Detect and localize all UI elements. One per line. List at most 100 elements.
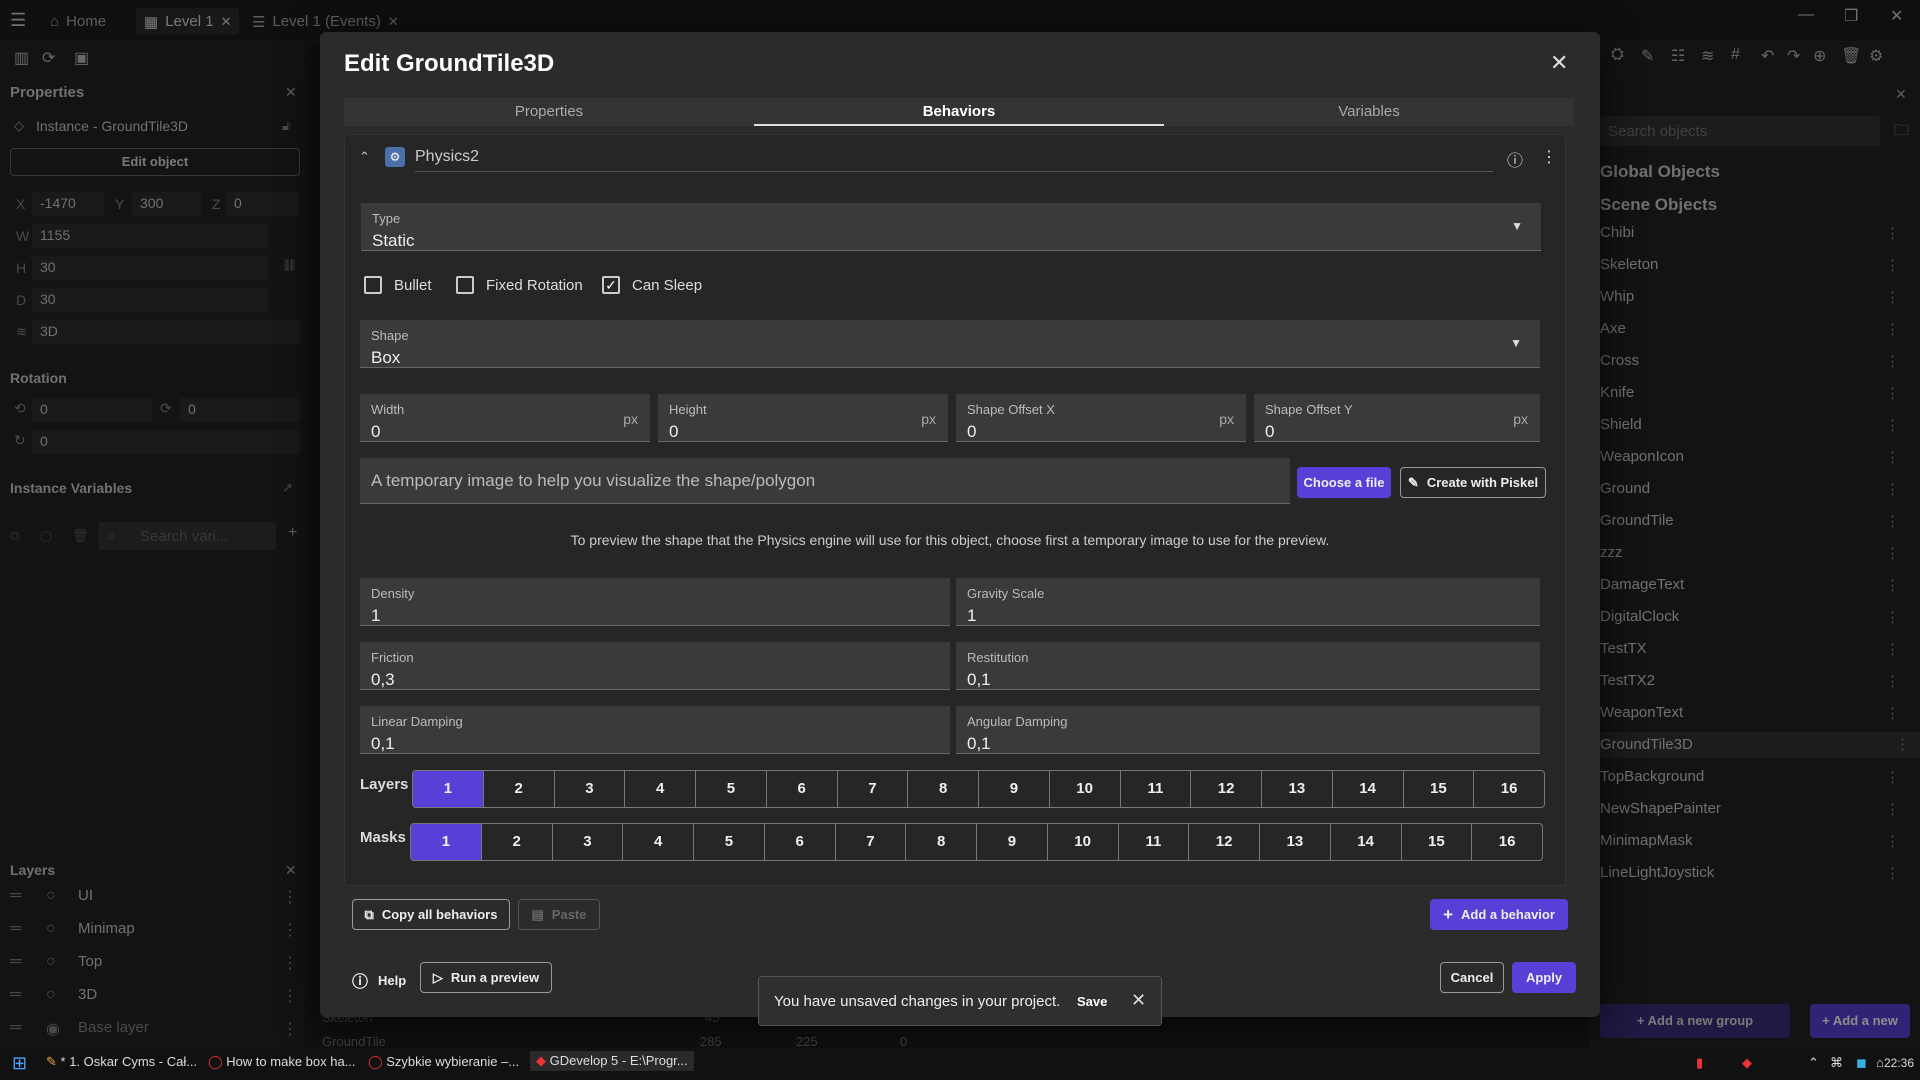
friction-input[interactable]: Friction 0,3 — [360, 642, 950, 690]
mask-toggle-2[interactable]: 2 — [482, 824, 553, 860]
choose-file-button[interactable]: Choose a file — [1297, 467, 1391, 498]
apply-label: Apply — [1525, 970, 1563, 985]
height-input[interactable]: Height 0 px — [658, 394, 948, 442]
mask-toggle-9[interactable]: 9 — [977, 824, 1048, 860]
mask-toggle-1[interactable]: 1 — [411, 824, 482, 860]
taskbar-item-active[interactable]: ◆ GDevelop 5 - E:\Progr... — [530, 1051, 694, 1071]
tab-behaviors[interactable]: Behaviors — [754, 98, 1164, 126]
bullet-checkbox[interactable]: Bullet — [364, 276, 432, 294]
paste-behaviors-button[interactable]: ▤ Paste — [518, 899, 600, 930]
preview-hint-text: To preview the shape that the Physics en… — [570, 532, 1330, 548]
layer-toggle-8[interactable]: 8 — [908, 771, 979, 807]
tab-variables[interactable]: Variables — [1164, 98, 1574, 126]
mask-toggle-8[interactable]: 8 — [906, 824, 977, 860]
gravity-scale-input[interactable]: Gravity Scale 1 — [956, 578, 1540, 626]
type-select[interactable]: Type Static ▼ — [361, 203, 1541, 251]
width-input[interactable]: Width 0 px — [360, 394, 650, 442]
copy-all-behaviors-label: Copy all behaviors — [381, 907, 498, 922]
clipboard-icon: ▤ — [531, 906, 544, 922]
layer-toggle-11[interactable]: 11 — [1121, 771, 1192, 807]
shape-offset-y-input[interactable]: Shape Offset Y 0 px — [1254, 394, 1540, 442]
mask-toggle-5[interactable]: 5 — [694, 824, 765, 860]
taskbar-item[interactable]: ◯ How to make box ha... — [208, 1054, 356, 1070]
taskbar-item[interactable]: ✎ * 1. Oskar Cyms - Cał... — [46, 1054, 197, 1070]
layer-toggle-2[interactable]: 2 — [484, 771, 555, 807]
height-label: Height — [669, 402, 707, 417]
density-value: 1 — [371, 606, 381, 625]
mask-toggle-14[interactable]: 14 — [1331, 824, 1402, 860]
mask-toggle-10[interactable]: 10 — [1048, 824, 1119, 860]
behavior-name[interactable]: Physics2 — [415, 148, 479, 166]
app-icon: ✎ — [46, 1054, 57, 1069]
apply-button[interactable]: Apply — [1512, 962, 1576, 993]
layer-toggle-9[interactable]: 9 — [979, 771, 1050, 807]
fixed-rotation-checkbox[interactable]: Fixed Rotation — [456, 276, 583, 294]
mask-toggle-4[interactable]: 4 — [623, 824, 694, 860]
close-dialog-icon[interactable]: ✕ — [1550, 50, 1568, 76]
layer-toggle-16[interactable]: 16 — [1474, 771, 1544, 807]
layer-toggle-1[interactable]: 1 — [413, 771, 484, 807]
mask-toggle-11[interactable]: 11 — [1119, 824, 1190, 860]
density-input[interactable]: Density 1 — [360, 578, 950, 626]
tab-properties[interactable]: Properties — [344, 98, 754, 126]
add-behavior-button[interactable]: + Add a behavior — [1430, 899, 1568, 930]
angular-damping-input[interactable]: Angular Damping 0,1 — [956, 706, 1540, 754]
cancel-label: Cancel — [1450, 970, 1494, 985]
layer-toggle-13[interactable]: 13 — [1262, 771, 1333, 807]
mask-toggle-6[interactable]: 6 — [765, 824, 836, 860]
copy-all-behaviors-button[interactable]: ⧉ Copy all behaviors — [352, 899, 510, 930]
mask-toggle-13[interactable]: 13 — [1260, 824, 1331, 860]
angular-damping-value: 0,1 — [967, 734, 991, 753]
layer-toggle-14[interactable]: 14 — [1333, 771, 1404, 807]
taskbar-item[interactable]: ◯ Szybkie wybieranie –... — [368, 1054, 519, 1070]
layer-toggle-10[interactable]: 10 — [1050, 771, 1121, 807]
mask-toggle-12[interactable]: 12 — [1189, 824, 1260, 860]
clock-time[interactable]: 22:36 — [1884, 1056, 1914, 1070]
restitution-input[interactable]: Restitution 0,1 — [956, 642, 1540, 690]
mask-toggle-16[interactable]: 16 — [1472, 824, 1542, 860]
preview-image-input[interactable]: A temporary image to help you visualize … — [360, 458, 1290, 504]
mask-toggle-3[interactable]: 3 — [553, 824, 624, 860]
unsaved-changes-toast: You have unsaved changes in your project… — [758, 976, 1162, 1026]
tray-app-icon[interactable]: ◼ — [1856, 1055, 1867, 1071]
chevron-up-icon[interactable]: ⌃ — [359, 149, 370, 165]
layer-toggle-7[interactable]: 7 — [838, 771, 909, 807]
layer-toggle-15[interactable]: 15 — [1404, 771, 1475, 807]
windows-start-icon[interactable]: ⊞ — [12, 1053, 27, 1074]
layer-toggle-5[interactable]: 5 — [696, 771, 767, 807]
help-icon[interactable]: ⓘ — [1507, 147, 1523, 171]
layer-toggle-6[interactable]: 6 — [767, 771, 838, 807]
layer-toggle-4[interactable]: 4 — [625, 771, 696, 807]
run-preview-button[interactable]: ▷ Run a preview — [420, 962, 552, 993]
toast-save-button[interactable]: Save — [1077, 994, 1107, 1009]
shape-offset-x-input[interactable]: Shape Offset X 0 px — [956, 394, 1246, 442]
close-icon[interactable]: ✕ — [1131, 990, 1146, 1011]
cancel-button[interactable]: Cancel — [1440, 962, 1504, 993]
can-sleep-checkbox[interactable]: ✓ Can Sleep — [602, 276, 702, 294]
checkbox-checked-icon[interactable]: ✓ — [602, 276, 620, 294]
tray-chevron-icon[interactable]: ⌃ — [1808, 1055, 1819, 1071]
create-with-piskel-button[interactable]: ✎ Create with Piskel — [1400, 467, 1546, 498]
gamepad-icon[interactable]: ⌘ — [1830, 1055, 1843, 1071]
layer-toggle-3[interactable]: 3 — [555, 771, 626, 807]
help-icon: ⓘ — [352, 974, 369, 991]
restitution-value: 0,1 — [967, 670, 991, 689]
tray-app-icon[interactable]: ◆ — [1742, 1055, 1752, 1071]
taskbar-item-label: GDevelop 5 - E:\Progr... — [549, 1053, 688, 1068]
network-icon[interactable]: ⌂ — [1876, 1055, 1884, 1070]
collision-masks-toggle-group: 1 2 3 4 5 6 7 8 9 10 11 12 13 14 15 16 — [410, 823, 1543, 861]
shape-label: Shape — [371, 328, 409, 343]
mask-toggle-15[interactable]: 15 — [1402, 824, 1473, 860]
help-button[interactable]: ⓘ Help — [352, 968, 406, 992]
density-label: Density — [371, 586, 415, 601]
checkbox-unchecked-icon[interactable] — [456, 276, 474, 294]
layer-toggle-12[interactable]: 12 — [1191, 771, 1262, 807]
mask-toggle-7[interactable]: 7 — [836, 824, 907, 860]
linear-damping-input[interactable]: Linear Damping 0,1 — [360, 706, 950, 754]
shape-select[interactable]: Shape Box ▼ — [360, 320, 1540, 368]
tray-app-icon[interactable]: ▮ — [1696, 1055, 1703, 1071]
gravity-scale-label: Gravity Scale — [967, 586, 1045, 601]
more-icon[interactable]: ⋮ — [1541, 147, 1557, 167]
checkbox-unchecked-icon[interactable] — [364, 276, 382, 294]
gravity-scale-value: 1 — [967, 606, 977, 625]
